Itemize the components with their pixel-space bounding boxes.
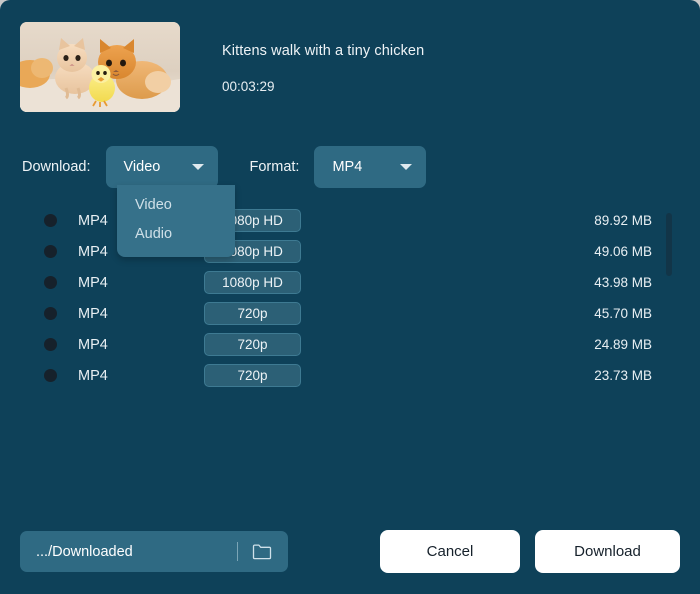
dropdown-option-audio[interactable]: Audio bbox=[117, 220, 235, 249]
row-file-size: 24.89 MB bbox=[594, 337, 652, 352]
format-select[interactable]: MP4 bbox=[314, 146, 426, 188]
row-quality-badge[interactable]: 1080p HD bbox=[204, 271, 301, 294]
video-header: Kittens walk with a tiny chicken 00:03:2… bbox=[20, 22, 424, 112]
chevron-down-icon bbox=[192, 164, 204, 170]
row-file-size: 45.70 MB bbox=[594, 306, 652, 321]
row-format-label: MP4 bbox=[78, 337, 138, 353]
table-row[interactable]: MP4 1080p HD 89.92 MB bbox=[0, 205, 700, 236]
folder-icon[interactable] bbox=[252, 543, 272, 560]
table-row[interactable]: MP4 720p 23.73 MB bbox=[0, 360, 700, 391]
row-radio-button[interactable] bbox=[44, 214, 57, 227]
table-row[interactable]: MP4 1080p HD 49.06 MB bbox=[0, 236, 700, 267]
row-quality-badge[interactable]: 720p bbox=[204, 333, 301, 356]
row-format-label: MP4 bbox=[78, 368, 138, 384]
row-format-label: MP4 bbox=[78, 306, 138, 322]
save-path-field[interactable]: .../Downloaded bbox=[20, 531, 288, 572]
download-type-label: Download: bbox=[22, 159, 91, 175]
row-radio-button[interactable] bbox=[44, 369, 57, 382]
format-label: Format: bbox=[250, 159, 300, 175]
video-meta: Kittens walk with a tiny chicken 00:03:2… bbox=[222, 22, 424, 93]
scrollbar-thumb[interactable] bbox=[666, 213, 672, 276]
table-row[interactable]: MP4 720p 24.89 MB bbox=[0, 329, 700, 360]
download-button[interactable]: Download bbox=[535, 530, 680, 573]
format-list: MP4 1080p HD 89.92 MB MP4 1080p HD 49.06… bbox=[0, 205, 700, 395]
format-list-scrollbar[interactable] bbox=[666, 213, 672, 389]
row-file-size: 89.92 MB bbox=[594, 213, 652, 228]
download-type-select[interactable]: Video bbox=[106, 146, 218, 188]
download-dialog-window: Kittens walk with a tiny chicken 00:03:2… bbox=[0, 0, 700, 594]
row-quality-badge[interactable]: 720p bbox=[204, 364, 301, 387]
video-title: Kittens walk with a tiny chicken bbox=[222, 44, 424, 59]
cancel-button[interactable]: Cancel bbox=[380, 530, 520, 573]
row-file-size: 49.06 MB bbox=[594, 244, 652, 259]
selector-row: Download: Video Format: MP4 bbox=[22, 146, 426, 188]
path-separator bbox=[237, 542, 238, 561]
format-value: MP4 bbox=[314, 159, 362, 175]
table-row[interactable]: MP4 720p 45.70 MB bbox=[0, 298, 700, 329]
video-thumbnail bbox=[20, 22, 180, 112]
dropdown-option-video[interactable]: Video bbox=[117, 191, 235, 220]
download-type-value: Video bbox=[106, 159, 161, 175]
kittens-thumbnail-art bbox=[20, 22, 180, 112]
row-file-size: 43.98 MB bbox=[594, 275, 652, 290]
video-duration: 00:03:29 bbox=[222, 80, 424, 94]
row-radio-button[interactable] bbox=[44, 245, 57, 258]
row-file-size: 23.73 MB bbox=[594, 368, 652, 383]
download-type-dropdown-panel: Video Audio bbox=[117, 185, 235, 257]
row-quality-badge[interactable]: 720p bbox=[204, 302, 301, 325]
row-format-label: MP4 bbox=[78, 275, 138, 291]
chevron-down-icon bbox=[400, 164, 412, 170]
row-radio-button[interactable] bbox=[44, 338, 57, 351]
row-radio-button[interactable] bbox=[44, 307, 57, 320]
row-radio-button[interactable] bbox=[44, 276, 57, 289]
save-path-value: .../Downloaded bbox=[20, 544, 237, 560]
table-row[interactable]: MP4 1080p HD 43.98 MB bbox=[0, 267, 700, 298]
